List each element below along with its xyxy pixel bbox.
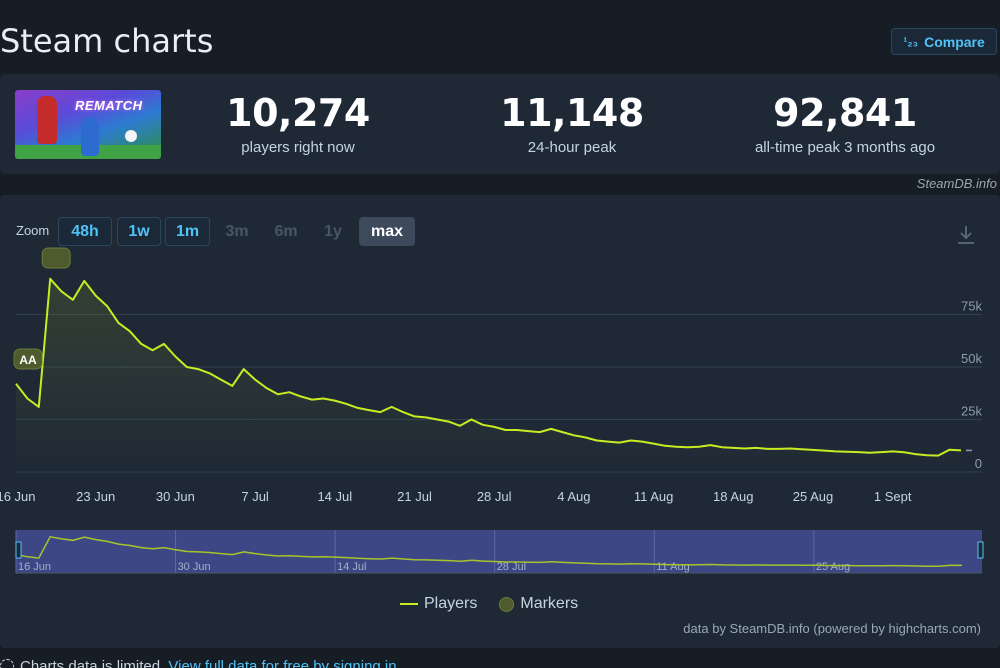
navigator-tick-label: 11 Aug bbox=[656, 561, 689, 573]
x-tick-label: 23 Jun bbox=[76, 489, 115, 504]
marker-badge bbox=[41, 247, 71, 269]
x-tick-label: 30 Jun bbox=[156, 489, 195, 504]
players-area bbox=[16, 278, 961, 472]
info-icon bbox=[0, 659, 14, 668]
x-tick-label: 25 Aug bbox=[793, 489, 834, 504]
navigator-tick-label: 14 Jul bbox=[337, 561, 366, 573]
chart-marker: AA bbox=[13, 348, 43, 370]
x-tick-label: 4 Aug bbox=[557, 489, 590, 504]
y-tick-label: 0 bbox=[975, 456, 982, 471]
navigator-tick-label: 30 Jun bbox=[178, 561, 211, 573]
navigator-handle[interactable] bbox=[977, 541, 984, 559]
navigator-tick-label: 25 Aug bbox=[816, 561, 850, 573]
footer-note: Charts data is limited. View full data f… bbox=[0, 658, 397, 668]
x-tick-label: 18 Aug bbox=[713, 489, 754, 504]
x-tick-label: 14 Jul bbox=[317, 489, 352, 504]
y-tick-label: 25k bbox=[961, 404, 982, 419]
x-tick-label: 21 Jul bbox=[397, 489, 432, 504]
x-tick-label: 11 Aug bbox=[634, 489, 674, 504]
y-tick-label: 50k bbox=[961, 351, 982, 366]
x-tick-label: 28 Jul bbox=[477, 489, 512, 504]
navigator-tick-label: 16 Jun bbox=[18, 561, 51, 573]
player-chart: 0 25k 50k 75k 16 Jun 23 Jun 30 Jun 7 Jul 14 Jul 2… bbox=[0, 247, 984, 574]
x-tick-label: 1 Sept bbox=[874, 489, 912, 504]
footer-text: Charts data is limited. bbox=[20, 658, 165, 668]
marker-label: AA bbox=[19, 353, 37, 367]
navigator-handle[interactable] bbox=[15, 541, 22, 559]
chart-marker bbox=[41, 247, 71, 269]
y-tick-label: 75k bbox=[961, 299, 982, 314]
x-tick-label: 16 Jun bbox=[0, 489, 36, 504]
x-tick-label: 7 Jul bbox=[241, 489, 269, 504]
sign-in-link[interactable]: View full data for free by signing in bbox=[168, 658, 396, 668]
